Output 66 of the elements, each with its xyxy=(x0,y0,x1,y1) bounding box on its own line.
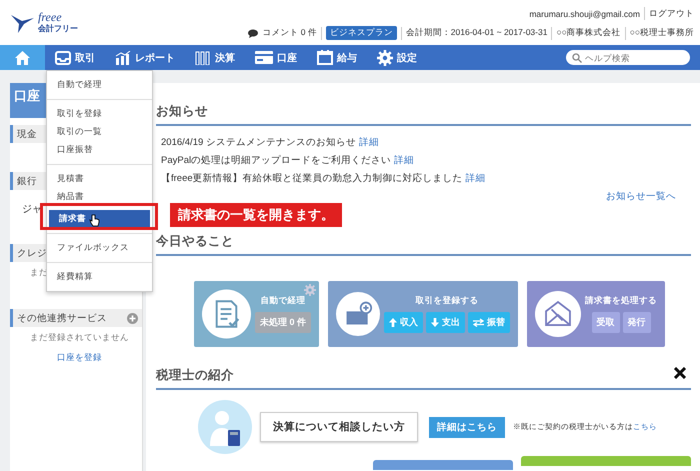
nav-tab[interactable]: 給与 xyxy=(307,45,367,70)
nav-tab[interactable]: 取引 xyxy=(45,45,105,70)
register-account-link[interactable]: 口座を登録 xyxy=(57,347,102,367)
books-icon xyxy=(195,50,211,64)
down-arrow-icon xyxy=(431,318,439,327)
menu-item[interactable]: 口座振替 xyxy=(47,141,152,159)
help-search-field[interactable]: ヘルプ検索 xyxy=(566,50,690,65)
comment-icon xyxy=(248,28,258,38)
fiscal-period: 会計期間：2016-04-01 ~ 2017-03-31 xyxy=(406,27,548,39)
section-title: お知らせ xyxy=(156,103,691,126)
close-icon[interactable] xyxy=(674,367,686,379)
notice-text: 【freee更新情報】有給休暇と従業員の勤怠入力制御に対応しました xyxy=(161,172,463,185)
add-icon[interactable] xyxy=(127,312,138,324)
details-link[interactable]: 詳細 xyxy=(394,154,414,167)
menu-item[interactable]: 取引の一覧 xyxy=(47,123,152,141)
settings-icon[interactable] xyxy=(304,284,316,296)
tray-add-icon xyxy=(336,289,380,339)
notice-text: PayPalの処理は明細アップロードをご利用ください xyxy=(161,154,392,167)
section-title: 税理士の紹介 xyxy=(156,367,691,390)
menu-item[interactable]: 経費精算 xyxy=(47,268,152,286)
envelope-icon xyxy=(535,289,581,339)
details-button[interactable]: 詳細はこちら xyxy=(429,416,505,438)
logo-text: 会計フリー xyxy=(38,24,78,34)
menu-item[interactable]: 見積書 xyxy=(47,170,152,188)
card-title: 取引を登録する xyxy=(416,295,478,307)
nav-tab[interactable]: 設定 xyxy=(367,45,427,70)
document-check-icon xyxy=(202,289,251,339)
card-icon xyxy=(255,51,273,64)
section-label: その他連携サービス xyxy=(17,312,107,324)
chart-icon xyxy=(115,50,131,64)
tax-office-link[interactable]: ○○税理士事務所 xyxy=(630,27,694,39)
plan-badge: ビジネスプラン xyxy=(326,26,397,40)
menu-item[interactable]: 請求書 xyxy=(49,210,150,228)
all-notices-link[interactable]: お知らせ一覧へ xyxy=(606,190,676,203)
empty-message: まだ登録されていません xyxy=(30,331,129,344)
section-title: 今日やること xyxy=(156,233,691,256)
account-name[interactable]: ジャ xyxy=(22,190,42,230)
section-label: 現金 xyxy=(17,128,37,140)
settings-icon xyxy=(377,50,393,66)
advisor-avatar-icon xyxy=(198,400,252,454)
up-arrow-icon xyxy=(389,318,397,327)
notice-text: 2016/4/19 システムメンテナンスのお知らせ xyxy=(161,136,356,149)
speech-bubble: 決算について相談したい方 xyxy=(260,412,418,442)
section-label: クレジ xyxy=(17,246,47,260)
menu-item[interactable]: 納品書 xyxy=(47,188,152,206)
company-link[interactable]: ○○商事株式会社 xyxy=(556,27,621,39)
nav-tab[interactable]: 口座 xyxy=(245,45,307,70)
home-icon xyxy=(15,50,30,64)
tray-icon xyxy=(55,50,71,64)
home-tab[interactable] xyxy=(0,45,45,70)
nav-tab[interactable]: レポート xyxy=(105,45,185,70)
logout-link[interactable]: ログアウト xyxy=(649,8,694,20)
comment-link[interactable]: コメント 0 件 xyxy=(262,27,317,39)
hand-cursor-icon xyxy=(89,214,100,227)
callout-label: 請求書の一覧を開きます。 xyxy=(170,203,342,227)
nav-tab[interactable]: 決算 xyxy=(185,45,245,70)
user-email: marumaru.shouji@gmail.com xyxy=(529,8,640,18)
section-label: 銀行 xyxy=(17,174,37,188)
details-link[interactable]: 詳細 xyxy=(358,136,379,149)
details-link[interactable]: 詳細 xyxy=(466,172,486,185)
logo-wordmark: freee xyxy=(38,11,63,23)
calendar-icon xyxy=(317,50,333,65)
card-title: 自動で経理 xyxy=(260,295,306,307)
swap-arrows-icon xyxy=(473,318,484,327)
card-title: 請求書を処理する xyxy=(585,295,657,307)
menu-item[interactable]: ファイルボックス xyxy=(47,239,152,257)
